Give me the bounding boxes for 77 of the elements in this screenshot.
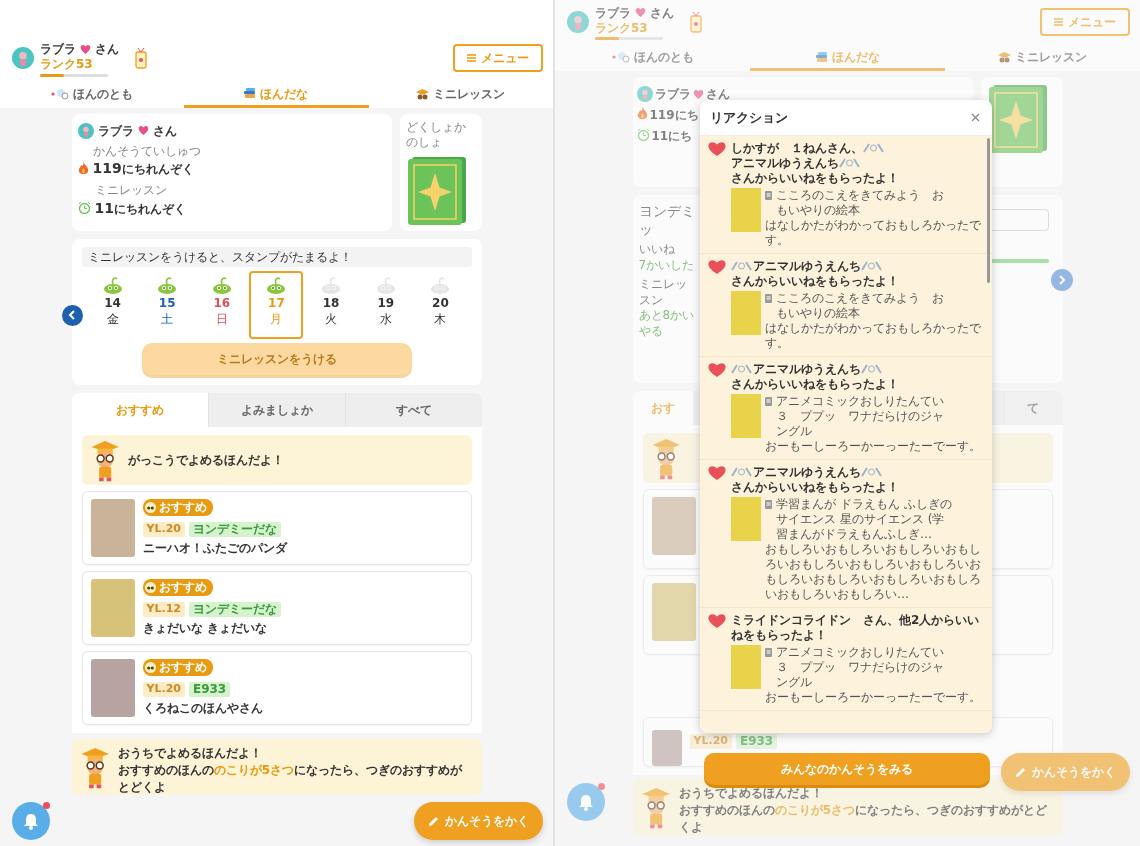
reaction-message: さんからいいねをもらったよ！: [731, 171, 899, 186]
rank-label: ランク53: [40, 58, 93, 72]
shelf-tag: E933: [188, 681, 231, 697]
stat-value: 11にち: [651, 128, 693, 145]
recommend-badge: おすすめ: [142, 499, 213, 516]
book-title: アニメコミックおしりたんてい３ ププッ ワナだらけのジャングル: [776, 645, 945, 690]
book-title: こころのこえをきてみよう おもいやりの絵本: [776, 188, 945, 218]
reaction-message: アニマルゆうえんち: [753, 259, 861, 274]
reaction-message: さんからいいねをもらったよ！: [731, 480, 899, 495]
day-number: 19: [377, 296, 395, 312]
book-title: きょだいな きょだいな: [142, 619, 267, 637]
review-comment: おーもーしーろーかーっーたーでーす。: [765, 439, 981, 454]
certificate-caption: どくしょかのしょ: [405, 119, 467, 151]
weekday: 木: [434, 311, 447, 328]
honorific: さん: [152, 122, 177, 140]
banner-text: おすすめのほんののこりが5さつになったら、つぎのおすすめがとどくよ: [117, 761, 464, 796]
user-name: ラブラ: [40, 41, 76, 58]
recommend-badge: おすすめ: [142, 579, 213, 596]
weekday: 土: [161, 311, 174, 328]
book-title: こころのこえをきてみよう おもいやりの絵本: [776, 291, 945, 321]
reaction-message: アニマルゆうえんち: [753, 465, 861, 480]
reaction-message: さんからいいねをもらったよ！: [731, 274, 899, 289]
level-tag: YL.20: [142, 681, 185, 697]
stats-label: ミニレッスン: [638, 277, 688, 309]
review-comment: はなしかたがわかっておもしろかったです。: [765, 321, 982, 351]
day-number: 18: [322, 296, 340, 312]
day-number: 15: [158, 296, 176, 312]
stats-label: いいね: [638, 242, 676, 258]
stamp-hint: ミニレッスンをうけると、スタンプがたまるよ！: [81, 247, 472, 267]
shelf-tag: ヨンデミーだな: [188, 601, 281, 617]
reaction-message: ミライドンコライドン さん、他2人からいいねをもらったよ！: [731, 613, 981, 643]
stat-caption: ミニレッスン: [94, 183, 167, 199]
rank-label: ランク53: [595, 21, 648, 36]
honorific: さん: [650, 4, 674, 22]
shelf-tag: E933: [735, 734, 778, 749]
stat-value: 11にちれんぞく: [94, 198, 186, 218]
book-title: くろねこのほんやさん: [142, 699, 263, 717]
stats-value: 7かいした: [638, 257, 696, 274]
review-comment: おもしろいおもしろいおもしろいおもしろいおもしろいおもしろいおもしろいおもしろいおもしろいおもしろいおもしろいおもしろいおもしろい…: [765, 542, 982, 602]
shelf-tag: ヨンデミーだな: [188, 521, 281, 537]
stats-value: あと8かいやる: [638, 308, 696, 340]
weekday: 火: [325, 311, 338, 328]
banner-title: おうちでよめるほんだよ！: [117, 745, 262, 762]
reaction-message: アニマルゆうえんち: [753, 362, 861, 377]
level-tag: YL.12: [142, 601, 185, 617]
level-tag: YL.20: [142, 521, 185, 537]
review-comment: はなしかたがわかっておもしろかったです。: [765, 218, 982, 248]
weekday: 日: [215, 311, 228, 328]
banner-title: おうちでよめるほんだよ！: [678, 785, 823, 802]
reaction-message: アニマルゆうえんち: [731, 156, 839, 171]
level-tag: YL.20: [689, 734, 732, 749]
honorific: さん: [95, 41, 119, 58]
recommend-badge: おすすめ: [142, 659, 213, 676]
notice-text: がっこうでよめるほんだよ！: [127, 452, 284, 469]
weekday: 金: [106, 311, 119, 328]
honorific: さん: [705, 86, 730, 103]
day-number: 16: [213, 296, 231, 312]
reaction-message: さんからいいねをもらったよ！: [731, 377, 899, 392]
review-comment: おーもーしーろーかーっーたーでーす。: [765, 690, 981, 705]
stats-title: ヨンデミッ: [638, 203, 696, 238]
day-number: 20: [432, 296, 449, 312]
user-name: ラブラ: [97, 122, 134, 140]
banner-text: おすすめのほんののこりが5さつになったら、つぎのおすすめがとどくよ: [678, 801, 1049, 836]
weekday: 月: [270, 311, 283, 328]
book-title: アニメコミックおしりたんてい３ ププッ ワナだらけのジャングル: [776, 394, 945, 439]
reaction-message: しかすが １ねんさん、: [731, 141, 863, 156]
stat-value: 119にち: [649, 107, 699, 124]
day-number: 14: [104, 296, 121, 312]
dialog-title: リアクション: [710, 108, 788, 127]
stat-caption: かんそうていしゅつ: [92, 143, 201, 160]
user-name: ラブラ: [595, 4, 631, 22]
weekday: 水: [379, 311, 392, 328]
book-title: ニーハオ！ふたごのパンダ: [142, 539, 287, 557]
day-number: 17: [268, 296, 285, 312]
stat-value: 119にちれんぞく: [92, 159, 194, 179]
book-title: 学習まんが ドラえもん ふしぎのサイエンス 星のサイエンス (学習まんがドラえもんふしぎ…: [776, 497, 953, 542]
user-name: ラブラ: [654, 86, 691, 103]
